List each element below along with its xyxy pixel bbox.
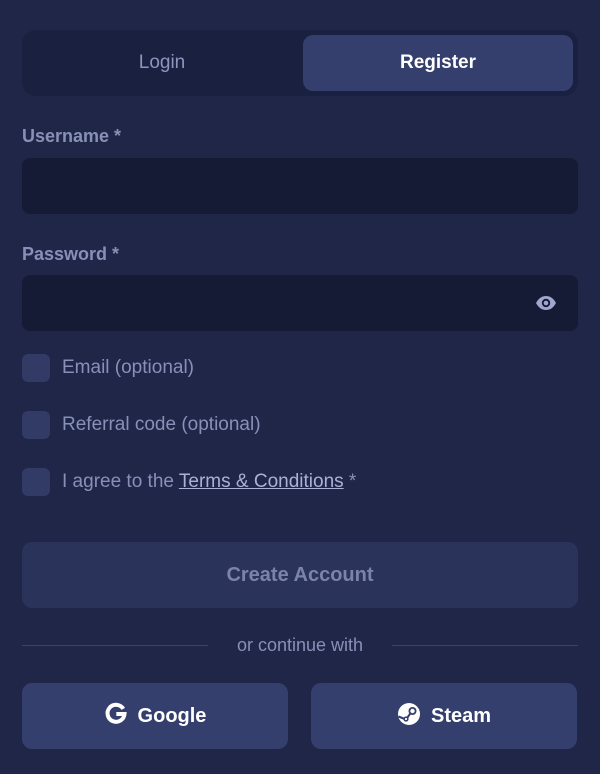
register-form: Login Register Username * Password * Ema… [0,0,600,774]
steam-button[interactable]: Steam [311,683,577,749]
create-account-button[interactable]: Create Account [22,542,578,608]
terms-label: I agree to the Terms & Conditions * [62,471,356,493]
terms-required-marker: * [343,471,357,492]
terms-prefix: I agree to the [62,471,179,492]
terms-checkbox[interactable] [22,468,50,496]
password-label: Password * [22,244,120,264]
password-input[interactable] [22,275,578,331]
tab-login[interactable]: Login [27,35,297,91]
google-button-label: Google [137,704,207,727]
steam-button-label: Steam [430,704,492,727]
referral-option[interactable]: Referral code (optional) [22,410,261,440]
google-icon [104,702,128,731]
referral-checkbox[interactable] [22,411,50,439]
email-option-label: Email (optional) [62,357,194,378]
divider-right [392,645,578,646]
auth-tabs: Login Register [22,30,578,96]
terms-link[interactable]: Terms & Conditions [179,471,344,492]
username-label: Username * [22,126,122,146]
terms-option[interactable]: I agree to the Terms & Conditions * [22,467,356,497]
username-input[interactable] [22,158,578,214]
eye-icon[interactable] [533,290,559,316]
email-checkbox[interactable] [22,354,50,382]
steam-icon [397,702,421,731]
email-option[interactable]: Email (optional) [22,353,194,383]
tab-register[interactable]: Register [303,35,573,91]
google-button[interactable]: Google [22,683,288,749]
referral-option-label: Referral code (optional) [62,414,261,435]
